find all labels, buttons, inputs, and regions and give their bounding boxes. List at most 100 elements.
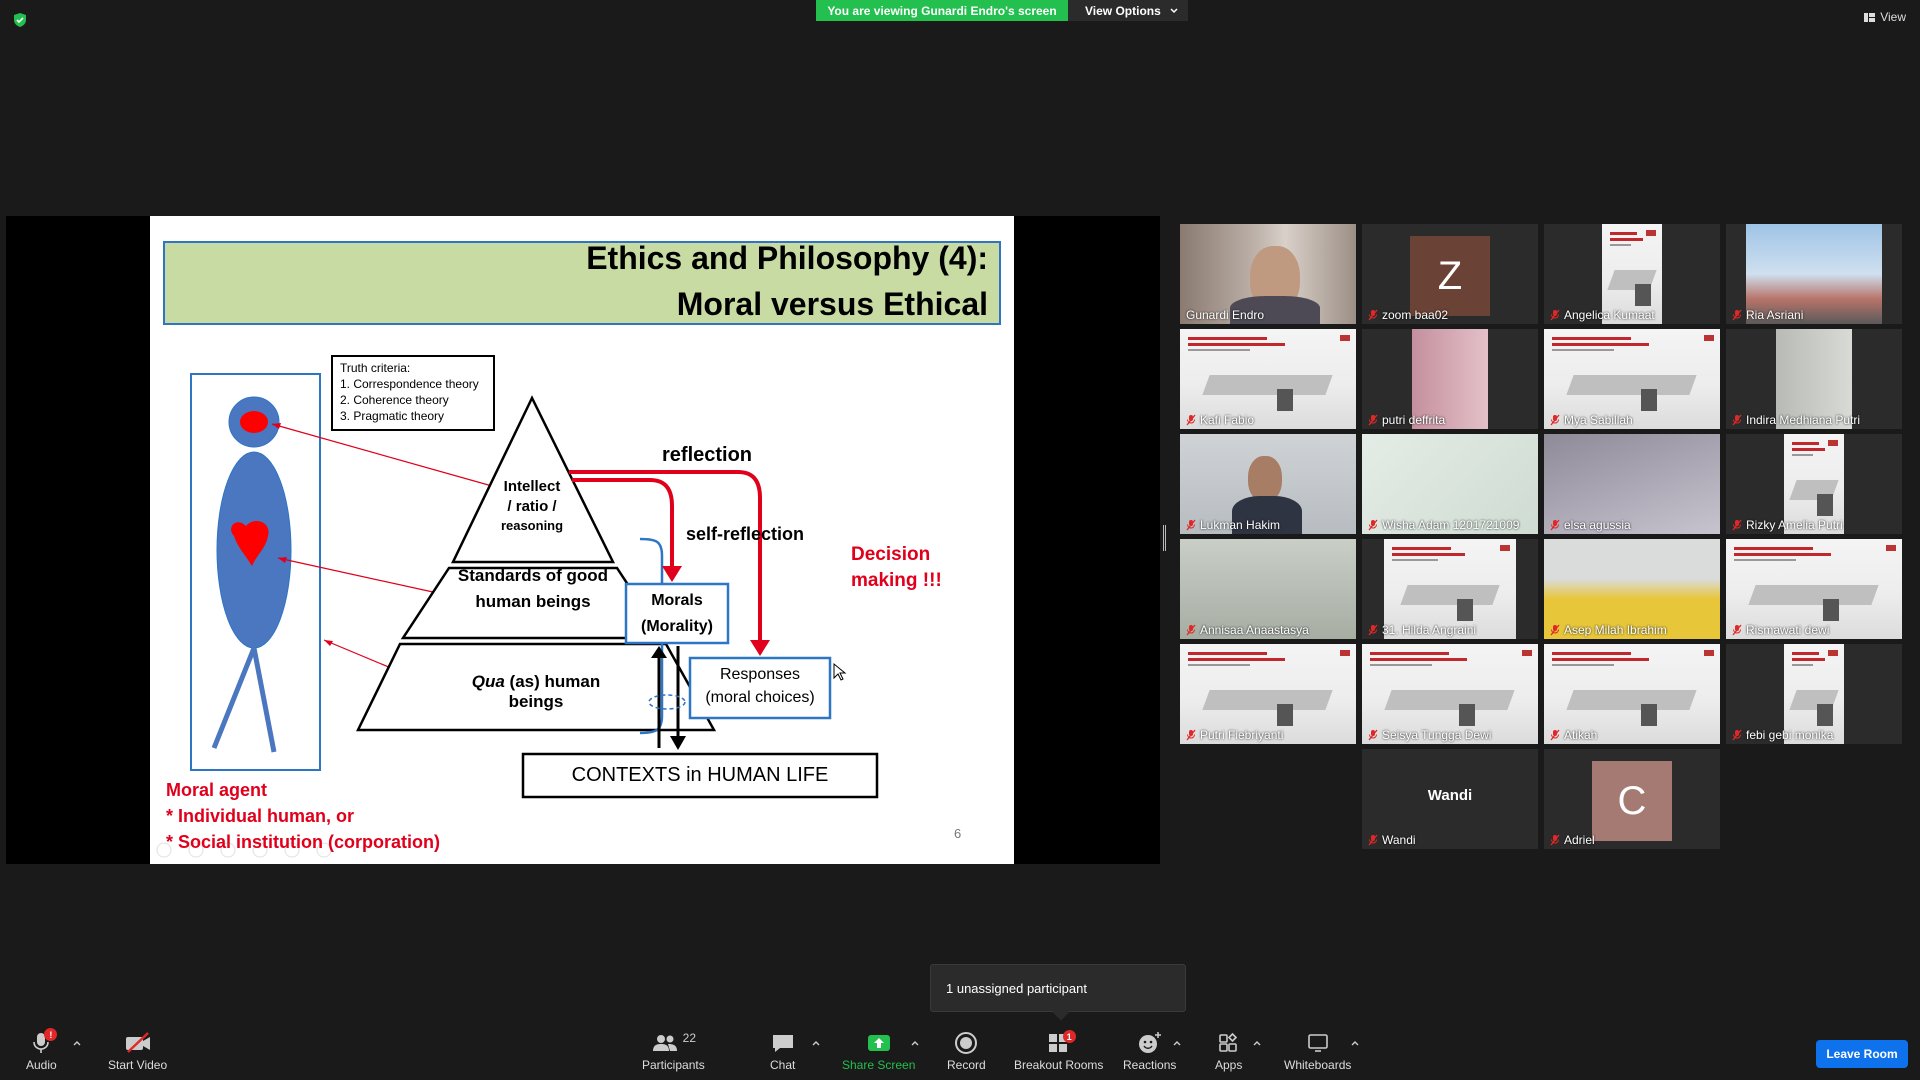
share-options-caret-icon[interactable]	[910, 1038, 920, 1048]
participant-tile[interactable]: Lukman Hakim	[1180, 434, 1356, 534]
view-options-button[interactable]: View Options	[1068, 0, 1188, 21]
unassigned-participant-tooltip[interactable]: 1 unassigned participant	[930, 964, 1186, 1012]
leave-room-button[interactable]: Leave Room	[1816, 1040, 1908, 1068]
participant-tile[interactable]: Angelica Kumaat	[1544, 224, 1720, 324]
participant-name-label: Mya Sabillah	[1550, 413, 1633, 427]
audio-button[interactable]: ! Audio	[26, 1028, 58, 1072]
participant-name: Ria Asriani	[1746, 308, 1804, 322]
chat-label: Chat	[770, 1058, 796, 1072]
participant-tile[interactable]: C Adriel	[1544, 749, 1720, 849]
participant-name: Atikah	[1564, 728, 1598, 742]
participant-name-label: zoom baa02	[1368, 308, 1448, 322]
participant-name: Wisha Adam 1201721009	[1382, 518, 1520, 532]
participant-tile[interactable]: Atikah	[1544, 644, 1720, 744]
participant-tile[interactable]: Wandi Wandi	[1362, 749, 1538, 849]
chat-options-caret-icon[interactable]	[811, 1038, 821, 1048]
truth-criteria-item: 3. Pragmatic theory	[340, 409, 445, 423]
security-shield-icon[interactable]	[12, 12, 28, 28]
participant-tile[interactable]: Annisaa Anaastasya	[1180, 539, 1356, 639]
participants-label: Participants	[642, 1058, 705, 1072]
participant-tile[interactable]: Rizky Amelia Putri	[1726, 434, 1902, 534]
contexts-label: CONTEXTS in HUMAN LIFE	[571, 764, 829, 786]
microphone-muted-icon	[1186, 729, 1196, 741]
truth-criteria-item: 2. Coherence theory	[340, 393, 449, 407]
participant-name: febi gebi monika	[1746, 728, 1834, 742]
participant-name-label: Wandi	[1368, 833, 1416, 847]
breakout-rooms-button[interactable]: 1 Breakout Rooms	[1014, 1030, 1103, 1072]
chat-button[interactable]: Chat	[770, 1030, 795, 1072]
shared-screen[interactable]: Ethics and Philosophy (4): Moral versus …	[6, 216, 1160, 864]
pyramid-bottom-label: Qua (as) human beings	[446, 672, 626, 712]
avatar-letter: Z	[1437, 253, 1463, 298]
participant-tile[interactable]: Indira Medhiana Putri	[1726, 329, 1902, 429]
participant-tile[interactable]: Kafi Fabio	[1180, 329, 1356, 429]
participant-tile[interactable]: Seisya Tungga Dewi	[1362, 644, 1538, 744]
reactions-button[interactable]: Reactions	[1123, 1030, 1176, 1072]
participant-name: 31. Hilda Angraini	[1382, 623, 1477, 637]
participants-button[interactable]: 22 Participants	[642, 1030, 705, 1072]
participant-name-label: Indira Medhiana Putri	[1732, 413, 1860, 427]
participant-tile[interactable]: febi gebi monika	[1726, 644, 1902, 744]
apps-label: Apps	[1215, 1058, 1243, 1072]
audio-options-caret-icon[interactable]	[72, 1038, 82, 1048]
morals-label: (Morality)	[641, 618, 713, 635]
participant-name: Rizky Amelia Putri	[1746, 518, 1843, 532]
share-screen-label: Share Screen	[842, 1058, 916, 1072]
audio-warning-badge: !	[44, 1028, 58, 1041]
breakout-rooms-badge: 1	[1062, 1030, 1076, 1043]
reactions-emoji-icon	[1138, 1032, 1161, 1053]
microphone-muted-icon	[1186, 519, 1196, 531]
participant-tile[interactable]: putri deffrita	[1362, 329, 1538, 429]
record-icon	[955, 1032, 978, 1054]
participant-tile[interactable]: Wisha Adam 1201721009	[1362, 434, 1538, 534]
share-screen-button[interactable]: Share Screen	[842, 1030, 915, 1072]
microphone-muted-icon	[1186, 624, 1196, 636]
figure-right-leg	[251, 647, 277, 753]
start-video-button[interactable]: Start Video	[108, 1030, 167, 1072]
avatar-letter: C	[1617, 778, 1647, 823]
participant-tile[interactable]: elsa agussia	[1544, 434, 1720, 534]
whiteboards-options-caret-icon[interactable]	[1350, 1038, 1360, 1048]
participant-tile[interactable]: Ria Asriani	[1726, 224, 1902, 324]
participant-name-label: Kafi Fabio	[1186, 413, 1254, 427]
view-button[interactable]: View	[1864, 10, 1906, 24]
microphone-muted-icon	[1550, 624, 1560, 636]
apps-icon	[1218, 1032, 1237, 1052]
participant-name-label: Asep Milah Ibrahim	[1550, 623, 1667, 637]
participant-name-label: Rismawati dewi	[1732, 623, 1829, 637]
apps-button[interactable]: Apps	[1215, 1030, 1242, 1072]
participant-tile[interactable]: Mya Sabillah	[1544, 329, 1720, 429]
participant-tile[interactable]: Rismawati dewi	[1726, 539, 1902, 639]
record-button[interactable]: Record	[947, 1030, 986, 1072]
microphone-muted-icon	[1368, 834, 1378, 846]
participant-tile[interactable]: Putri Fiebriyanti	[1180, 644, 1356, 744]
reactions-options-caret-icon[interactable]	[1172, 1038, 1182, 1048]
microphone-muted-icon	[1550, 834, 1560, 846]
participant-avatar: C	[1592, 761, 1672, 841]
microphone-muted-icon	[1550, 309, 1560, 321]
pyramid-top-label: / ratio /	[507, 498, 557, 515]
moral-agent-label: * Social institution (corporation)	[166, 832, 440, 852]
responses-label: (moral choices)	[705, 689, 815, 706]
participant-name: zoom baa02	[1382, 308, 1449, 322]
microphone-muted-icon	[1732, 309, 1742, 321]
participant-name: Mya Sabillah	[1564, 413, 1633, 427]
participant-name-label: elsa agussia	[1550, 518, 1631, 532]
participant-tile[interactable]: Zzoom baa02	[1362, 224, 1538, 324]
microphone-muted-icon	[1732, 729, 1742, 741]
microphone-muted-icon	[1368, 519, 1378, 531]
truth-criteria-heading: Truth criteria:	[340, 361, 411, 375]
participant-tile[interactable]: 31. Hilda Angraini	[1362, 539, 1538, 639]
participant-name-label: Wisha Adam 1201721009	[1368, 518, 1519, 532]
panel-resize-handle[interactable]	[1163, 525, 1166, 551]
participant-tile[interactable]: Gunardi Endro	[1180, 224, 1356, 324]
participant-tile[interactable]: Asep Milah Ibrahim	[1544, 539, 1720, 639]
pointer-line-head	[271, 423, 493, 487]
microphone-muted-icon	[1368, 624, 1378, 636]
whiteboards-button[interactable]: Whiteboards	[1284, 1030, 1351, 1072]
audio-label: Audio	[26, 1058, 57, 1072]
moral-agent-label: Moral agent	[166, 780, 268, 800]
apps-options-caret-icon[interactable]	[1252, 1038, 1262, 1048]
slide-title-line1: Ethics and Philosophy (4):	[586, 240, 988, 276]
participant-name: Lukman Hakim	[1200, 518, 1281, 532]
